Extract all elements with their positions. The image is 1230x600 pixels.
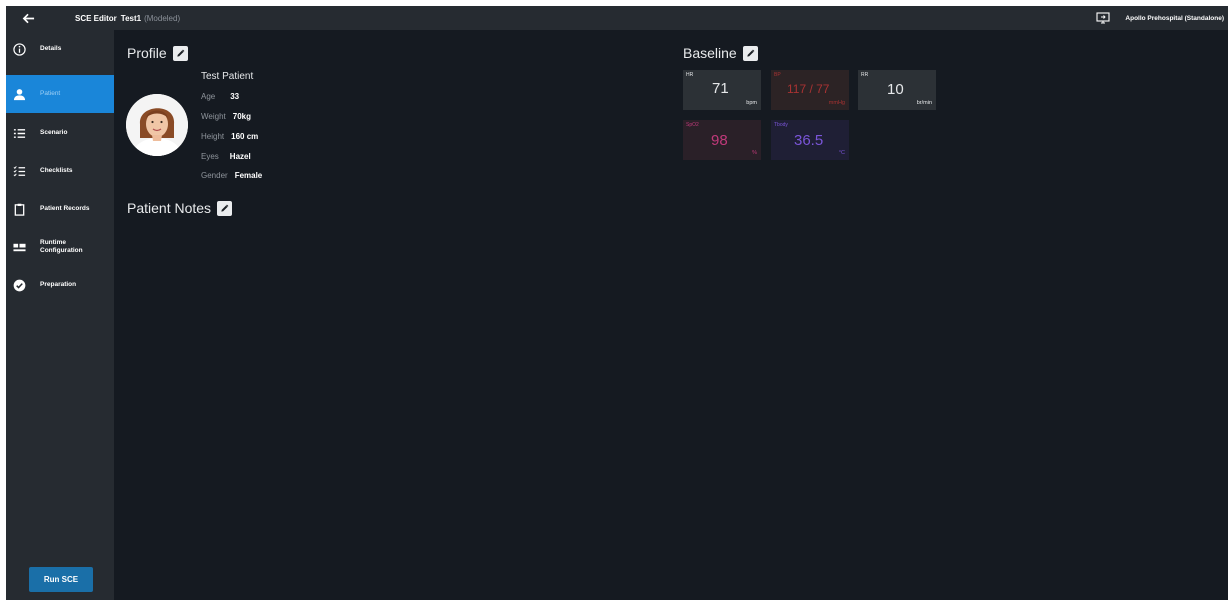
patient-field-weight: Weight 70kg xyxy=(201,112,251,121)
field-key: Height xyxy=(201,132,225,141)
field-value: Hazel xyxy=(229,152,251,161)
field-key: Age xyxy=(201,92,216,101)
field-value: 70kg xyxy=(232,112,251,121)
pencil-icon xyxy=(221,204,229,212)
sidebar-item-label: Scenario xyxy=(40,129,68,136)
arrow-left-icon xyxy=(22,13,34,23)
check-circle-icon xyxy=(12,278,26,292)
profile-title: Profile xyxy=(127,45,167,61)
simulator-selector[interactable]: Apollo Prehospital (Standalone) xyxy=(1096,6,1224,30)
baseline-header: Baseline xyxy=(683,45,758,61)
vital-label: HR xyxy=(686,72,694,78)
field-key: Eyes xyxy=(201,152,219,161)
sidebar-item-scenario[interactable]: Scenario xyxy=(6,114,114,152)
vital-value: 36.5 xyxy=(794,132,824,149)
sce-editor-window: SCE Editor Test1 (Modeled) Apollo Prehos… xyxy=(6,6,1228,600)
sidebar-item-patient[interactable]: Patient xyxy=(6,75,114,113)
sidebar-item-label: Runtime Configuration xyxy=(40,239,83,254)
pencil-icon xyxy=(747,49,755,57)
vital-value: 117 / 77 xyxy=(787,82,830,96)
checklist-icon xyxy=(12,164,26,178)
patient-notes-header: Patient Notes xyxy=(127,200,233,216)
vital-unit: % xyxy=(752,150,757,156)
baseline-title: Baseline xyxy=(683,45,737,61)
sidebar-item-patient-records[interactable]: Patient Records xyxy=(6,190,114,228)
clipboard-icon xyxy=(12,202,26,216)
field-value: 160 cm xyxy=(231,132,259,141)
app-title: SCE Editor xyxy=(75,13,117,23)
vital-label: RR xyxy=(861,72,869,78)
vital-value: 10 xyxy=(887,81,904,98)
patient-field-gender: Gender Female xyxy=(201,171,262,180)
edit-baseline-button[interactable] xyxy=(742,45,758,61)
layout-icon xyxy=(12,240,26,254)
vital-unit: mmHg xyxy=(828,100,845,106)
vital-bp[interactable]: BP 117 / 77 mmHg xyxy=(771,70,849,110)
sce-mode: (Modeled) xyxy=(144,13,181,23)
info-icon xyxy=(12,42,26,56)
sidebar-item-label: Patient Records xyxy=(40,205,90,212)
field-key: Gender xyxy=(201,171,228,180)
profile-header: Profile xyxy=(127,45,188,61)
sidebar-item-label: Details xyxy=(40,45,62,52)
pencil-icon xyxy=(177,49,185,57)
vital-spo2[interactable]: SpO2 98 % xyxy=(683,120,761,160)
vital-value: 71 xyxy=(712,80,729,97)
sidebar: Details Patient Scenario Checklists Pati xyxy=(6,30,114,600)
patient-avatar xyxy=(126,94,188,156)
patient-notes-title: Patient Notes xyxy=(127,200,212,216)
vital-unit: °C xyxy=(838,150,845,156)
vital-tbody[interactable]: Tbody 36.5 °C xyxy=(771,120,849,160)
edit-profile-button[interactable] xyxy=(172,45,188,61)
vital-label: SpO2 xyxy=(686,122,699,128)
vital-unit: bpm xyxy=(746,100,757,106)
simulator-label: Apollo Prehospital (Standalone) xyxy=(1125,14,1224,22)
run-sce-button[interactable]: Run SCE xyxy=(29,567,93,592)
sce-name: Test1 xyxy=(120,13,142,23)
sidebar-item-label: Checklists xyxy=(40,167,73,174)
sidebar-item-preparation[interactable]: Preparation xyxy=(6,266,114,304)
list-icon xyxy=(12,126,26,140)
sidebar-item-label: Preparation xyxy=(40,281,77,288)
field-value: 33 xyxy=(230,92,240,101)
back-button[interactable] xyxy=(6,6,50,30)
patient-field-height: Height 160 cm xyxy=(201,132,258,141)
vital-value: 98 xyxy=(711,132,728,149)
edit-notes-button[interactable] xyxy=(217,200,233,216)
person-icon xyxy=(12,87,26,101)
sidebar-item-checklists[interactable]: Checklists xyxy=(6,152,114,190)
patient-name: Test Patient xyxy=(201,71,254,82)
patient-field-eyes: Eyes Hazel xyxy=(201,152,251,161)
vital-label: BP xyxy=(774,72,781,78)
monitor-icon xyxy=(1096,12,1110,24)
field-key: Weight xyxy=(201,112,226,121)
vital-hr[interactable]: HR 71 bpm xyxy=(683,70,761,110)
field-value: Female xyxy=(234,171,263,180)
top-bar: SCE Editor Test1 (Modeled) Apollo Prehos… xyxy=(6,6,1228,30)
sidebar-item-details[interactable]: Details xyxy=(6,30,114,68)
patient-photo xyxy=(126,94,188,156)
patient-field-age: Age 33 xyxy=(201,92,239,101)
vital-rr[interactable]: RR 10 br/min xyxy=(858,70,936,110)
sidebar-item-label: Patient xyxy=(40,90,61,97)
vital-label: Tbody xyxy=(774,122,788,128)
vital-unit: br/min xyxy=(916,100,932,106)
sidebar-item-runtime-configuration[interactable]: Runtime Configuration xyxy=(6,228,114,266)
